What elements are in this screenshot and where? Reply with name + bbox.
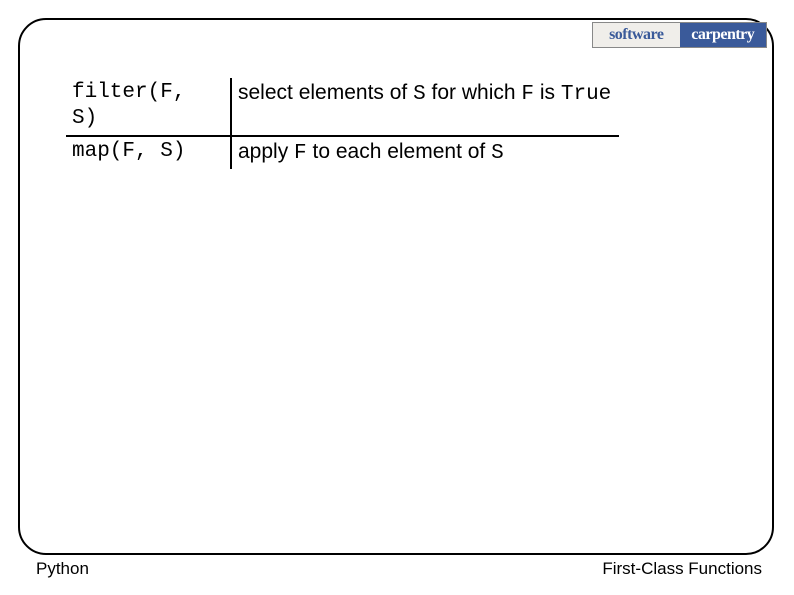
desc-text: select elements of [238,81,413,104]
desc-cell: select elements of S for which F is True [231,78,619,136]
desc-text: to each element of [307,140,491,163]
desc-code: True [561,83,611,106]
desc-code: S [413,83,426,106]
footer-right: First-Class Functions [602,559,762,579]
content: filter(F, S) select elements of S for wh… [66,78,728,169]
table-row: map(F, S) apply F to each element of S [66,136,619,169]
logo: software carpentry [592,22,767,48]
logo-left: software [593,23,680,47]
footer-left: Python [36,559,89,579]
func-cell: filter(F, S) [66,78,231,136]
desc-text: is [534,81,561,104]
desc-text: apply [238,140,294,163]
func-cell: map(F, S) [66,136,231,169]
desc-cell: apply F to each element of S [231,136,619,169]
desc-code: F [294,142,307,165]
desc-code: F [521,83,534,106]
function-table: filter(F, S) select elements of S for wh… [66,78,619,169]
logo-right: carpentry [680,23,767,47]
table-row: filter(F, S) select elements of S for wh… [66,78,619,136]
desc-code: S [491,142,504,165]
desc-text: for which [426,81,522,104]
